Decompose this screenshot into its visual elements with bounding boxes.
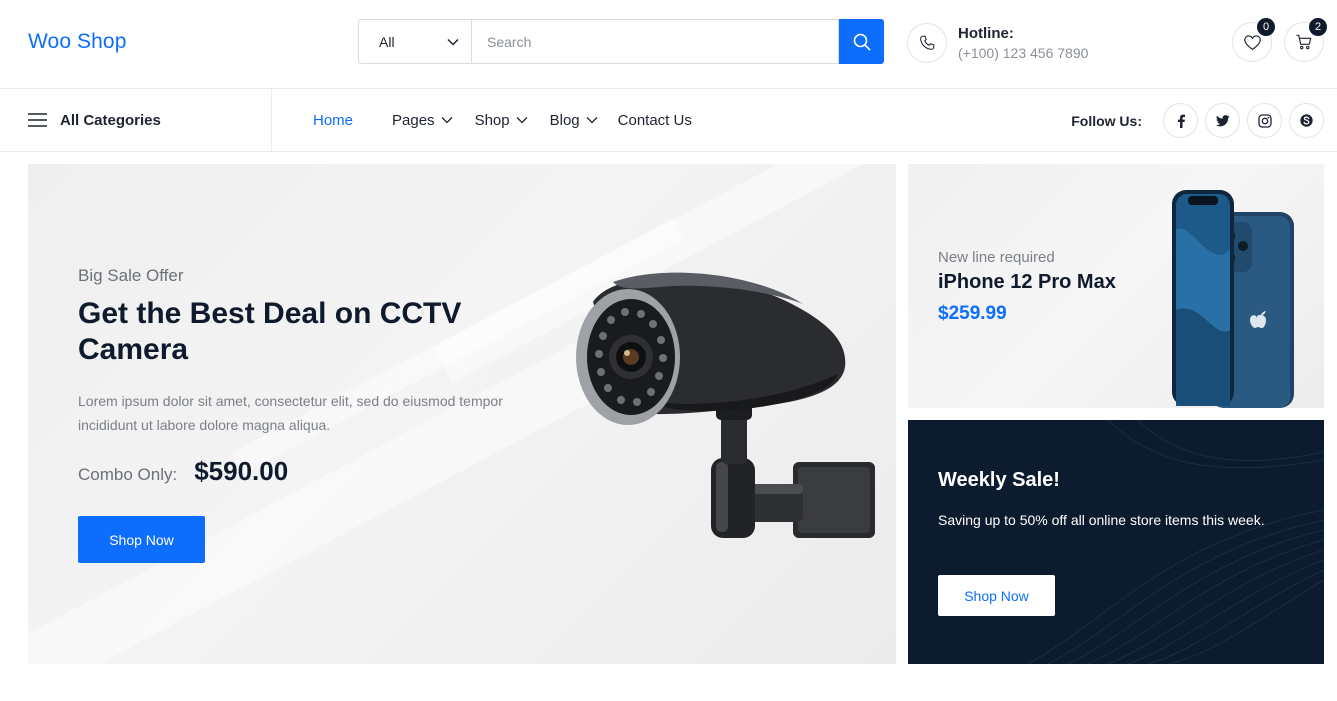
skype-link[interactable]: [1289, 103, 1324, 138]
search-category-select[interactable]: All: [358, 19, 471, 64]
chevron-down-icon: [586, 117, 598, 124]
facebook-link[interactable]: [1163, 103, 1198, 138]
instagram-link[interactable]: [1247, 103, 1282, 138]
wave-pattern: [1027, 420, 1324, 664]
all-categories-button[interactable]: All Categories: [28, 89, 272, 151]
promo-subtitle: New line required: [938, 249, 1055, 266]
heart-icon: [1243, 34, 1261, 50]
search-category-value: All: [379, 33, 395, 50]
wishlist-count-badge: 0: [1257, 18, 1275, 36]
hotline-label: Hotline:: [958, 24, 1014, 42]
weekly-sale-description: Saving up to 50% off all online store it…: [938, 512, 1265, 528]
menu-item-label: Shop: [474, 111, 510, 129]
weekly-sale-shop-now-button[interactable]: Shop Now: [938, 575, 1055, 616]
twitter-link[interactable]: [1205, 103, 1240, 138]
chevron-down-icon: [447, 38, 459, 46]
cart-count-badge: 2: [1309, 18, 1327, 36]
chevron-down-icon: [441, 117, 453, 124]
cart-icon: [1296, 34, 1312, 50]
site-logo[interactable]: Woo Shop: [28, 30, 126, 54]
facebook-icon: [1177, 114, 1185, 128]
skype-icon: [1300, 114, 1313, 127]
weekly-sale-title: Weekly Sale!: [938, 469, 1060, 491]
iphone-promo-card[interactable]: New line required iPhone 12 Pro Max $259…: [908, 164, 1324, 408]
promo-price: $259.99: [938, 303, 1007, 324]
cart-button[interactable]: 2: [1284, 18, 1327, 62]
chevron-down-icon: [516, 117, 528, 124]
menu-item-home[interactable]: Home: [313, 112, 353, 129]
menu-item-shop[interactable]: Shop: [475, 112, 528, 129]
top-header: Woo Shop All Hotline: (+100) 123 456 789…: [0, 0, 1337, 89]
phone-icon: [907, 23, 947, 63]
follow-us-label: Follow Us:: [1071, 112, 1142, 129]
search-input[interactable]: [471, 19, 839, 64]
weekly-sale-card: Weekly Sale! Saving up to 50% off all on…: [908, 420, 1324, 664]
all-categories-label: All Categories: [60, 111, 161, 129]
hero-subtitle: Big Sale Offer: [78, 266, 184, 285]
hero-banner: Big Sale Offer Get the Best Deal on CCTV…: [28, 164, 896, 664]
twitter-icon: [1215, 114, 1229, 126]
instagram-icon: [1257, 113, 1272, 128]
menu-item-label: Home: [313, 111, 354, 129]
hotline-number: (+100) 123 456 7890: [958, 44, 1089, 61]
menu-item-label: Blog: [549, 111, 580, 129]
cctv-camera-image: [576, 272, 875, 538]
hamburger-menu-icon: [28, 113, 47, 127]
search-button[interactable]: [839, 19, 884, 64]
iphone-image: [1172, 190, 1294, 408]
hero-combo: Combo Only: $590.00: [78, 456, 288, 487]
hotline: Hotline: (+100) 123 456 7890: [907, 23, 1088, 63]
search-icon: [853, 33, 870, 50]
wishlist-button[interactable]: 0: [1232, 18, 1275, 62]
hero-shop-now-button[interactable]: Shop Now: [78, 516, 205, 563]
menu: Home Pages Shop Blog Contact Us: [313, 89, 692, 151]
follow-us: Follow Us:: [1071, 103, 1324, 138]
menu-item-blog[interactable]: Blog: [550, 112, 598, 129]
combo-label: Combo Only:: [78, 465, 178, 484]
promo-title: iPhone 12 Pro Max: [938, 271, 1116, 293]
menu-item-label: Contact Us: [617, 111, 692, 129]
search-bar: All: [358, 19, 884, 64]
hero-price: $590.00: [194, 456, 289, 486]
menu-item-pages[interactable]: Pages: [392, 112, 453, 129]
hero-title: Get the Best Deal on CCTV Camera: [78, 297, 462, 366]
hero-description: Lorem ipsum dolor sit amet, consectetur …: [78, 393, 503, 433]
menu-item-contact-us[interactable]: Contact Us: [618, 112, 692, 129]
menu-item-label: Pages: [392, 111, 435, 129]
main-nav: All Categories Home Pages Shop Blog Cont…: [0, 89, 1337, 152]
